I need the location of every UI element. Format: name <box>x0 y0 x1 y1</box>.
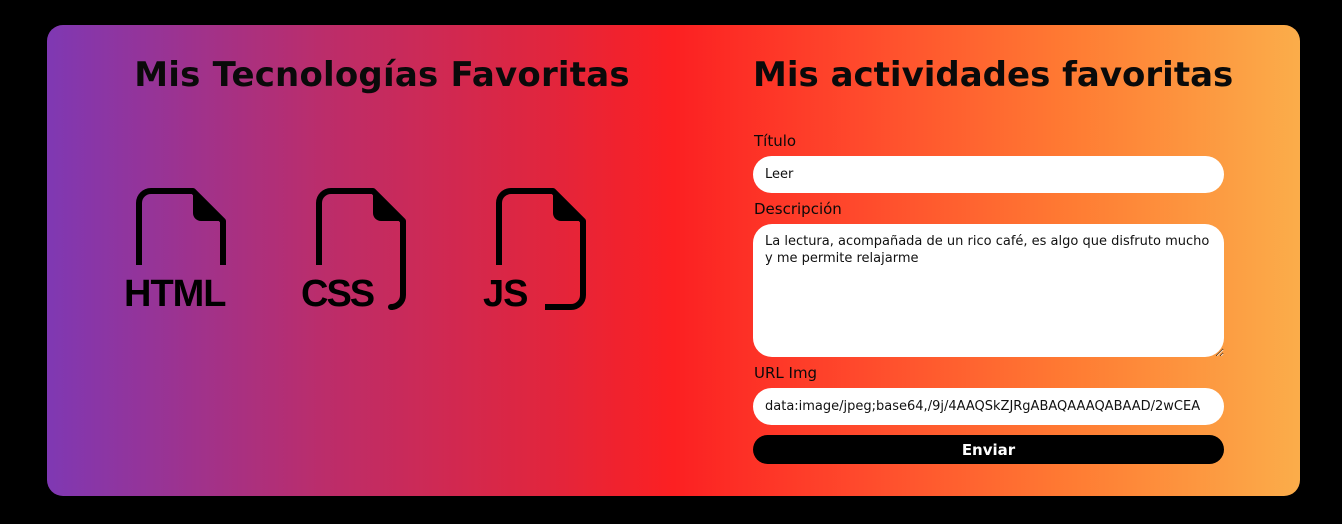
css-file-icon: CSS <box>301 187 425 317</box>
activities-title: Mis actividades favoritas <box>753 55 1234 95</box>
submit-button[interactable]: Enviar <box>753 435 1224 464</box>
technologies-title: Mis Tecnologías Favoritas <box>134 55 630 95</box>
description-textarea[interactable]: La lectura, acompañada de un rico café, … <box>753 224 1224 357</box>
js-label: JS <box>483 273 528 315</box>
url-label: URL Img <box>754 364 818 382</box>
css-label: CSS <box>301 273 375 315</box>
html-label: HTML <box>124 273 227 315</box>
js-file-icon: JS <box>483 187 605 317</box>
activities-form: Mis actividades favoritas Título Descrip… <box>753 25 1233 496</box>
url-img-input[interactable] <box>753 388 1224 425</box>
main-card: Mis Tecnologías Favoritas HTML CSS JS Mi… <box>47 25 1300 496</box>
html-file-icon: HTML <box>124 187 245 317</box>
title-label: Título <box>754 132 797 150</box>
technologies-icons: HTML CSS JS <box>124 187 605 317</box>
title-input[interactable] <box>753 156 1224 193</box>
description-label: Descripción <box>754 200 842 218</box>
